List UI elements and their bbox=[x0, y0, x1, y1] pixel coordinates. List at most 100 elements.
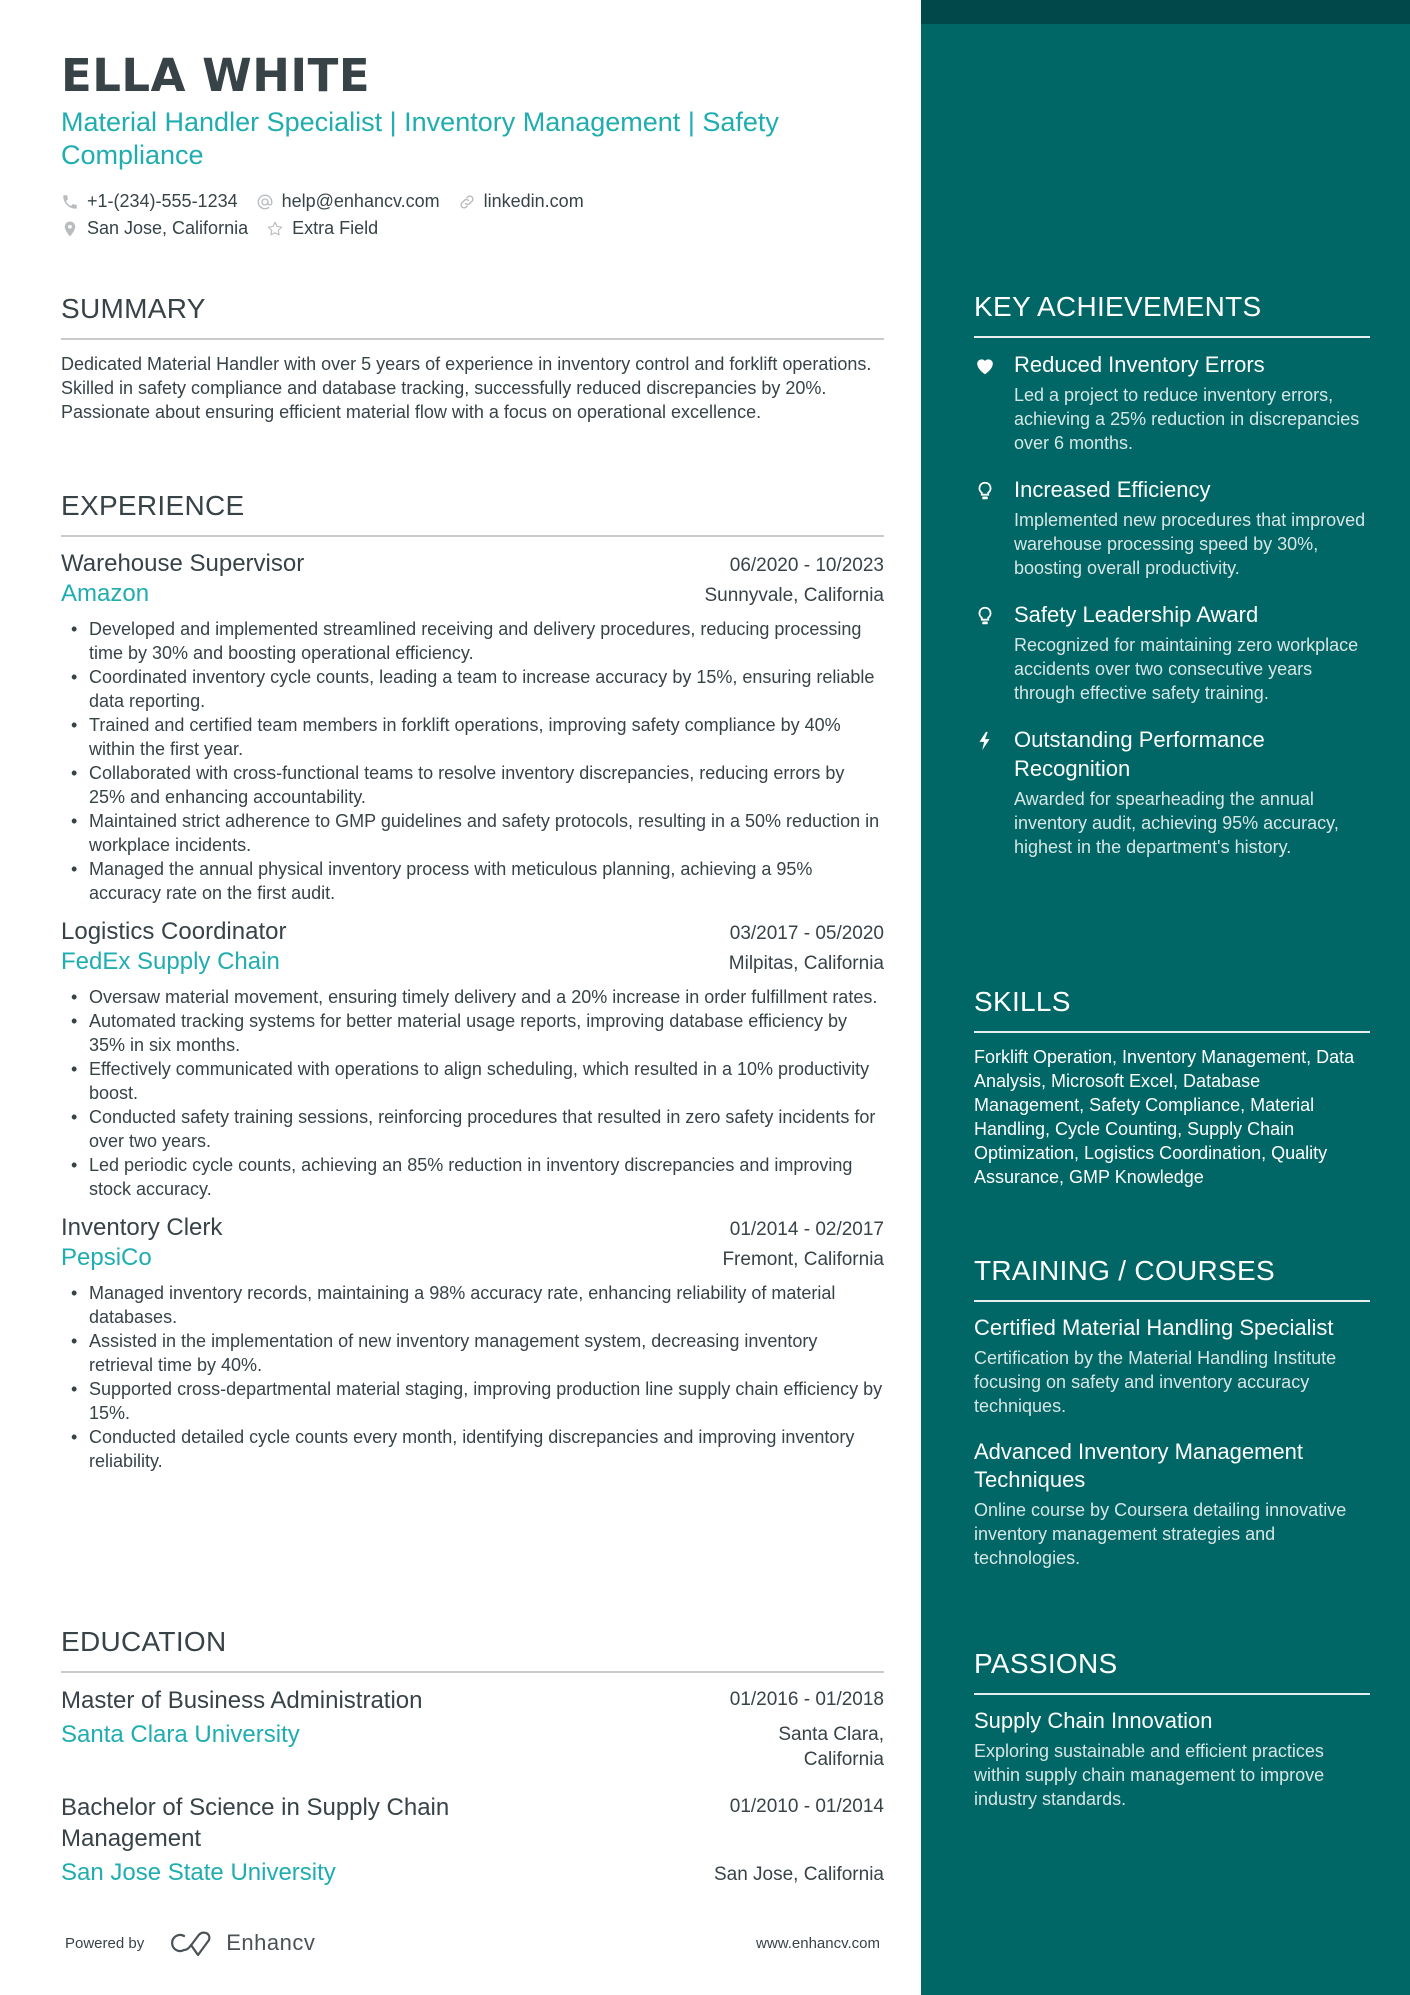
course-desc: Certification by the Material Handling I… bbox=[974, 1348, 1337, 1416]
education-heading: EDUCATION bbox=[61, 1625, 884, 1673]
lightbulb-icon bbox=[978, 481, 992, 500]
candidate-name: ELLA WHITE bbox=[61, 49, 371, 102]
job-dates: 01/2014 - 02/2017 bbox=[729, 1219, 884, 1240]
bullet: Developed and implemented streamlined re… bbox=[61, 617, 884, 665]
skills-list: Forklift Operation, Inventory Management… bbox=[974, 1047, 1355, 1187]
lightbulb-icon bbox=[978, 606, 992, 625]
achievement-item: Safety Leadership Award Recognized for m… bbox=[974, 600, 1370, 705]
achievement-title: Outstanding Performance Recognition bbox=[1014, 727, 1265, 781]
school-name: San Jose State University bbox=[61, 1859, 336, 1886]
education-dates: 01/2010 - 01/2014 bbox=[729, 1796, 884, 1817]
footer: Powered by Enhancv www.enhancv.com bbox=[65, 1930, 880, 1956]
training-section: TRAINING / COURSES Certified Material Ha… bbox=[974, 1254, 1370, 1570]
job-entry: Inventory Clerk 01/2014 - 02/2017 PepsiC… bbox=[61, 1213, 884, 1473]
bullet: Oversaw material movement, ensuring time… bbox=[61, 985, 884, 1009]
contact-location: San Jose, California bbox=[61, 218, 248, 239]
lightning-bolt-icon bbox=[979, 731, 990, 751]
achievement-desc: Recognized for maintaining zero workplac… bbox=[1014, 635, 1359, 703]
contact-phone[interactable]: +1-(234)-555-1234 bbox=[61, 191, 238, 212]
bullet: Assisted in the implementation of new in… bbox=[61, 1329, 884, 1377]
at-icon bbox=[257, 194, 273, 209]
job-bullets: Oversaw material movement, ensuring time… bbox=[61, 985, 884, 1201]
location-pin-icon bbox=[64, 221, 76, 236]
achievements-section: KEY ACHIEVEMENTS Reduced Inventory Error… bbox=[974, 290, 1370, 859]
bullet: Effectively communicated with operations… bbox=[61, 1057, 884, 1105]
bullet: Managed inventory records, maintaining a… bbox=[61, 1281, 884, 1329]
enhancv-logo-icon bbox=[171, 1931, 211, 1956]
passion-desc: Exploring sustainable and efficient prac… bbox=[974, 1741, 1325, 1809]
phone-number: +1-(234)-555-1234 bbox=[87, 191, 238, 211]
job-entry: Warehouse Supervisor 06/2020 - 10/2023 A… bbox=[61, 549, 884, 905]
achievement-desc: Awarded for spearheading the annual inve… bbox=[1014, 789, 1339, 857]
skills-section: SKILLS Forklift Operation, Inventory Man… bbox=[974, 985, 1370, 1189]
degree: Master of Business Administration bbox=[61, 1687, 423, 1714]
heart-icon bbox=[977, 359, 993, 375]
sidebar-top-band bbox=[921, 0, 1410, 24]
school-name: Santa Clara University bbox=[61, 1721, 300, 1748]
job-location: Sunnyvale, California bbox=[704, 585, 884, 606]
bullet: Managed the annual physical inventory pr… bbox=[61, 857, 884, 905]
enhancv-logo[interactable]: Enhancv bbox=[170, 1930, 315, 1956]
course-item: Certified Material Handling Specialist C… bbox=[974, 1314, 1370, 1418]
achievement-desc: Led a project to reduce inventory errors… bbox=[1014, 385, 1360, 453]
bullet: Trained and certified team members in fo… bbox=[61, 713, 884, 761]
degree: Bachelor of Science in Supply Chain Mana… bbox=[61, 1794, 450, 1852]
job-dates: 03/2017 - 05/2020 bbox=[729, 923, 884, 944]
job-title: Inventory Clerk bbox=[61, 1214, 223, 1241]
skills-heading: SKILLS bbox=[974, 985, 1370, 1033]
achievements-heading: KEY ACHIEVEMENTS bbox=[974, 290, 1370, 338]
job-title: Warehouse Supervisor bbox=[61, 550, 305, 577]
job-title: Logistics Coordinator bbox=[61, 918, 287, 945]
location-text: San Jose, California bbox=[87, 218, 249, 238]
website-link[interactable]: www.enhancv.com bbox=[756, 1935, 880, 1952]
contact-linkedin[interactable]: linkedin.com bbox=[458, 191, 584, 212]
achievement-desc: Implemented new procedures that improved… bbox=[1014, 510, 1366, 578]
star-icon bbox=[267, 221, 283, 235]
bullet: Automated tracking systems for better ma… bbox=[61, 1009, 884, 1057]
passion-title: Supply Chain Innovation bbox=[974, 1708, 1213, 1733]
job-entry: Logistics Coordinator 03/2017 - 05/2020 … bbox=[61, 917, 884, 1201]
education-location: Santa Clara, California bbox=[778, 1724, 884, 1770]
job-bullets: Managed inventory records, maintaining a… bbox=[61, 1281, 884, 1473]
linkedin-url: linkedin.com bbox=[483, 191, 584, 211]
passion-item: Supply Chain Innovation Exploring sustai… bbox=[974, 1707, 1370, 1811]
job-location: Milpitas, California bbox=[728, 953, 884, 974]
summary-text: Dedicated Material Handler with over 5 y… bbox=[61, 354, 872, 422]
bullet: Conducted safety training sessions, rein… bbox=[61, 1105, 884, 1153]
experience-section: EXPERIENCE Warehouse Supervisor 06/2020 … bbox=[61, 489, 884, 1473]
bullet: Coordinated inventory cycle counts, lead… bbox=[61, 665, 884, 713]
powered-by-label: Powered by bbox=[65, 1934, 145, 1952]
education-location: San Jose, California bbox=[713, 1864, 884, 1885]
email-address: help@enhancv.com bbox=[281, 191, 440, 211]
main-column: ELLA WHITE Material Handler Specialist |… bbox=[61, 48, 884, 1886]
course-desc: Online course by Coursera detailing inno… bbox=[974, 1500, 1347, 1568]
job-bullets: Developed and implemented streamlined re… bbox=[61, 617, 884, 905]
contact-info: +1-(234)-555-1234 help@enhancv.com linke… bbox=[61, 188, 884, 242]
bullet: Collaborated with cross-functional teams… bbox=[61, 761, 884, 809]
extra-field-text: Extra Field bbox=[292, 218, 379, 238]
experience-heading: EXPERIENCE bbox=[61, 489, 884, 537]
sidebar: KEY ACHIEVEMENTS Reduced Inventory Error… bbox=[921, 0, 1410, 1995]
job-dates: 06/2020 - 10/2023 bbox=[729, 555, 884, 576]
contact-email[interactable]: help@enhancv.com bbox=[256, 191, 440, 212]
bullet: Supported cross-departmental material st… bbox=[61, 1377, 884, 1425]
phone-icon bbox=[63, 194, 77, 209]
candidate-title: Material Handler Specialist | Inventory … bbox=[61, 107, 779, 170]
passions-section: PASSIONS Supply Chain Innovation Explori… bbox=[974, 1647, 1370, 1811]
training-heading: TRAINING / COURSES bbox=[974, 1254, 1370, 1302]
achievement-title: Safety Leadership Award bbox=[1014, 602, 1259, 627]
company-name: Amazon bbox=[61, 580, 150, 607]
education-entry: Bachelor of Science in Supply Chain Mana… bbox=[61, 1792, 884, 1888]
contact-extra: Extra Field bbox=[266, 218, 378, 239]
company-name: FedEx Supply Chain bbox=[61, 948, 280, 975]
achievement-title: Reduced Inventory Errors bbox=[1014, 352, 1265, 377]
summary-section: SUMMARY Dedicated Material Handler with … bbox=[61, 292, 884, 424]
course-title: Certified Material Handling Specialist bbox=[974, 1315, 1334, 1340]
achievement-item: Reduced Inventory Errors Led a project t… bbox=[974, 350, 1370, 455]
company-name: PepsiCo bbox=[61, 1244, 152, 1271]
education-section: EDUCATION Master of Business Administrat… bbox=[61, 1625, 884, 1888]
achievement-item: Outstanding Performance Recognition Awar… bbox=[974, 725, 1370, 859]
achievement-item: Increased Efficiency Implemented new pro… bbox=[974, 475, 1370, 580]
job-location: Fremont, California bbox=[722, 1249, 884, 1270]
bullet: Maintained strict adherence to GMP guide… bbox=[61, 809, 884, 857]
